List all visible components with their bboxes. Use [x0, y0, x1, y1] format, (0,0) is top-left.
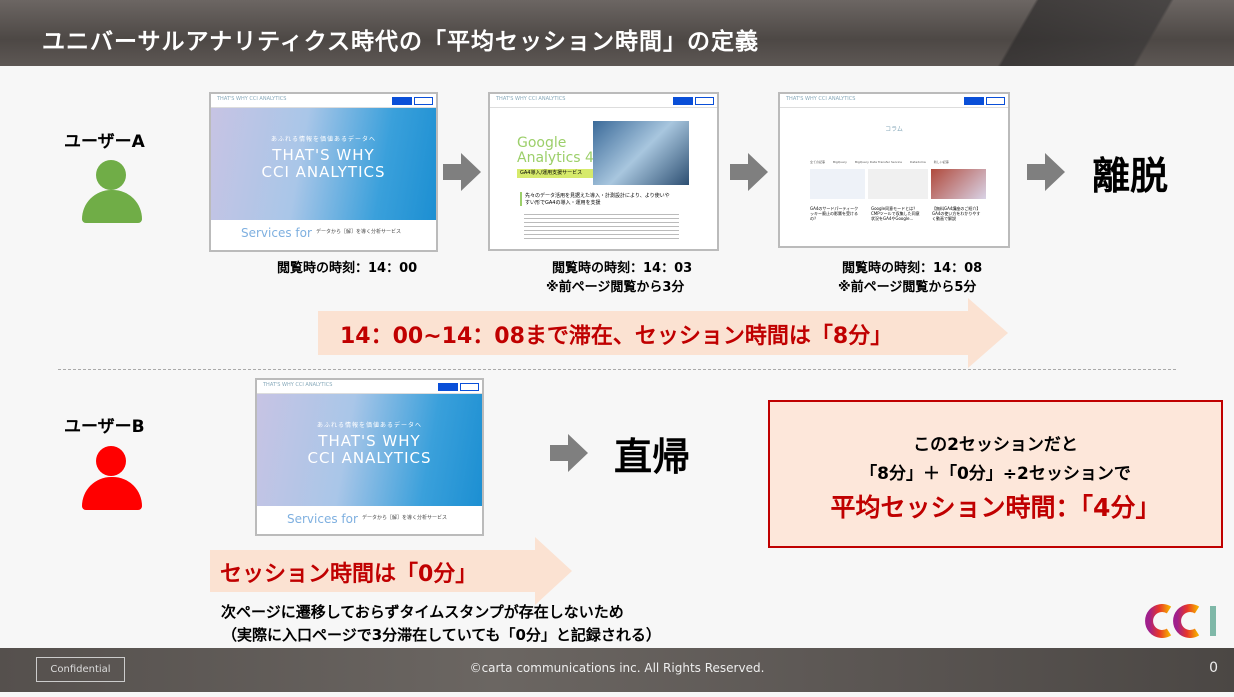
section-divider — [58, 369, 1176, 370]
view-time-caption: 閲覧時の時刻：14：03 — [552, 261, 693, 276]
summary-result: 平均セッション時間：「4分」 — [830, 493, 1161, 522]
hero-subtitle: あふれる情報を価値あるデータへ — [270, 136, 376, 143]
copyright: ©carta communications inc. All Rights Re… — [469, 661, 765, 675]
exit-label: 離脱 — [1092, 154, 1169, 198]
article-title: GA4のサードパーティークッキー廃止の影響を受けるの？ — [810, 206, 859, 221]
services-subheading: データから［解］を導く分析サービス — [362, 515, 448, 521]
summary-line-1: この2セッションだと — [913, 435, 1078, 455]
business-photo — [593, 121, 689, 185]
bounce-label: 直帰 — [614, 435, 691, 479]
column-tabs: 全ての記事 BigQuery BigQuery Data Transfer Serv… — [810, 160, 949, 164]
page-thumbnail-ga4: THAT'S WHY CCI ANALYTICS Google Analytic… — [488, 92, 719, 251]
cci-logo-mark — [1145, 604, 1216, 638]
arrow-right-icon — [443, 153, 481, 191]
article-title: 【無料GA4講座のご紹介】GA4の使い方をわかりやすく動画で解説 — [932, 206, 981, 221]
column-tab: 全ての記事 — [810, 160, 826, 164]
article-image — [868, 169, 928, 199]
article-image — [810, 169, 865, 199]
page-thumbnail-column: THAT'S WHY CCI ANALYTICS コラム 全ての記事 BigQue… — [778, 92, 1010, 248]
arrow-right-icon — [730, 153, 768, 191]
elapsed-caption: ※前ページ閲覧から5分 — [838, 280, 977, 295]
slide-header: ユニバーサルアナリティクス時代の「平均セッション時間」の定義 — [0, 0, 1234, 66]
services-heading: Services for — [241, 226, 312, 240]
ga4-lead: 先々のデータ活用を見据えた導入・計測設計により、より使いやすい形でGA4の導入・… — [520, 192, 670, 206]
column-tab: BigQuery Data Transfer Service — [854, 160, 903, 164]
hero-title: THAT'S WHY CCI ANALYTICS — [261, 146, 386, 181]
article-image — [931, 169, 986, 199]
view-time-caption: 閲覧時の時刻：14：08 — [842, 261, 983, 276]
page-thumbnail-top: THAT'S WHY CCI ANALYTICS あふれる情報を価値あるデータへ… — [209, 92, 438, 252]
header-decoration — [934, 0, 1234, 66]
slide-footer: Confidential ©carta communications inc. … — [0, 648, 1234, 692]
arrow-right-icon — [550, 434, 588, 472]
user-b-label: ユーザーB — [64, 417, 145, 437]
summary-line-2: 「8分」＋「0分」÷2セッションで — [860, 464, 1131, 484]
column-heading: コラム — [885, 126, 903, 133]
summary-box: この2セッションだと 「8分」＋「0分」÷2セッションで 平均セッション時間：「… — [768, 400, 1223, 548]
services-subheading: データから［解］を導く分析サービス — [316, 229, 402, 235]
cci-logo — [1145, 604, 1219, 638]
user-a-person-icon — [80, 160, 144, 224]
column-tab: BigQuery — [833, 160, 847, 164]
article-title: Google同意モードとは？CMPツールで収集した同意状況をGA4やGoogle… — [871, 206, 920, 221]
note-line-1: 次ページに遷移しておらずタイムスタンプが存在しないため — [221, 603, 624, 621]
body-text — [524, 214, 679, 239]
user-a-label: ユーザーA — [64, 132, 145, 152]
note-line-2: （実際に入口ページで3分滞在していても「0分」と記録される） — [222, 626, 661, 644]
session-time-b: セッション時間は「0分」 — [220, 562, 478, 587]
elapsed-caption: ※前ページ閲覧から3分 — [546, 280, 685, 295]
column-tab: Datadoma — [910, 160, 926, 164]
site-logo: THAT'S WHY CCI ANALYTICS — [786, 96, 856, 102]
view-time-caption: 閲覧時の時刻：14：00 — [277, 261, 418, 276]
hero-subtitle: あふれる情報を価値あるデータへ — [316, 422, 422, 429]
column-tab: 新しい記事 — [933, 160, 949, 164]
user-b-person-icon — [80, 446, 144, 510]
services-heading: Services for — [287, 512, 358, 526]
arrow-right-icon — [1027, 153, 1065, 191]
session-time-a: 14：00~14：08まで滞在、セッション時間は「8分」 — [340, 324, 893, 349]
slide-title: ユニバーサルアナリティクス時代の「平均セッション時間」の定義 — [42, 29, 760, 55]
site-logo: THAT'S WHY CCI ANALYTICS — [217, 96, 287, 102]
page-number: 0 — [1209, 660, 1218, 676]
hero-title: THAT'S WHY CCI ANALYTICS — [307, 432, 432, 467]
page-thumbnail-top-b: THAT'S WHY CCI ANALYTICS あふれる情報を価値あるデータへ… — [255, 378, 484, 536]
site-logo: THAT'S WHY CCI ANALYTICS — [496, 96, 566, 102]
site-logo: THAT'S WHY CCI ANALYTICS — [263, 382, 333, 388]
